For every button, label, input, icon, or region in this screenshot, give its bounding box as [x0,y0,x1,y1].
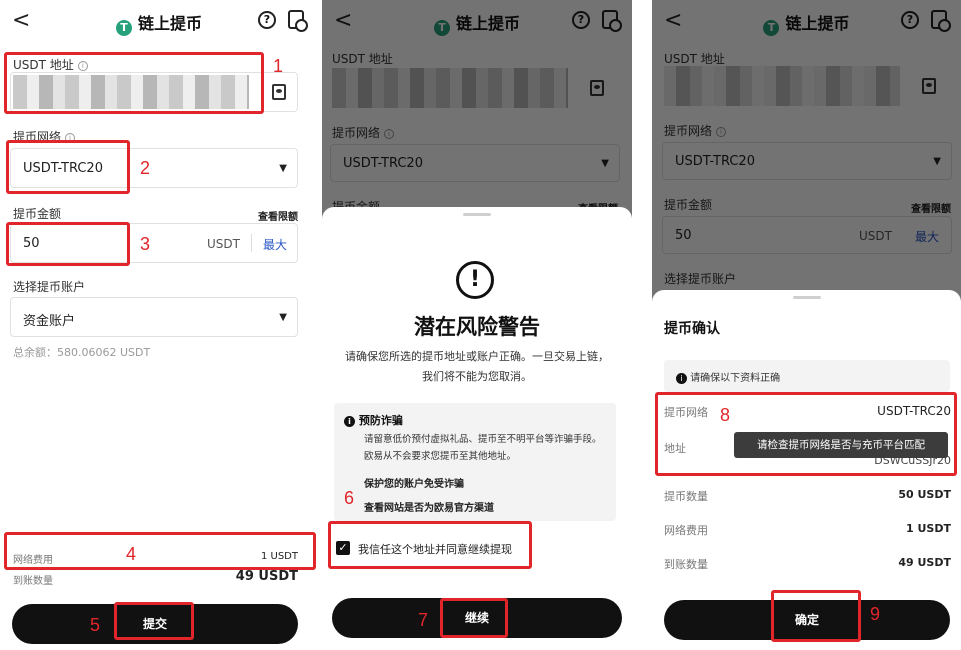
fee-value: 1 USDT [260,551,298,562]
confirm-fee-label: 网络费用 [664,524,708,537]
amount-input-value: 50 [23,236,40,251]
dropdown-caret-icon: ▼ [279,312,287,323]
annotation-number-3: 3 [140,234,151,254]
annotation-number-1: 1 [273,56,284,76]
blurred-address-text [13,75,249,109]
fraud-title-text: 预防诈骗 [358,414,403,427]
continue-button[interactable]: 继续 [332,598,622,638]
info-icon[interactable]: i [65,133,76,143]
confirm-sheet: 提币确认 i 请确保以下资料正确 提币网络 USDT-TRC20 地址 DSWC… [652,290,961,650]
fraud-title: i 预防诈骗 [344,412,403,428]
withdraw-form-screen: < T 链上提币 ? USDT 地址 i 提币网络 i USDT-TRC20 ▼ 提币… [0,0,318,650]
address-label: USDT 地址 i [13,56,88,73]
account-select-value: 资金账户 [23,314,76,329]
page-title-text: 链上提币 [137,14,202,33]
amount-label: 提币金额 [13,207,62,221]
amount-input[interactable]: 50 USDT 最大 [10,223,298,263]
network-label: 提币网络i [13,128,76,145]
confirm-notice: i 请确保以下资料正确 [676,369,780,384]
info-dot-icon: i [344,416,355,427]
fee-label: 网络费用 [13,555,53,566]
account-select[interactable]: 资金账户 ▼ [10,297,298,337]
confirm-notice-box: i 请确保以下资料正确 [664,360,950,392]
trust-checkbox[interactable]: ✓ [336,541,350,555]
annotation-number-2: 2 [140,158,151,178]
address-label-text: USDT 地址 [13,58,74,72]
confirm-network-value: USDT-TRC20 [877,404,951,418]
history-record-icon[interactable] [288,10,308,32]
network-select-value: USDT-TRC20 [23,161,103,176]
view-limit-link[interactable]: 查看限额 [258,208,298,223]
confirm-amount-label: 提币数量 [664,490,708,503]
network-select[interactable]: USDT-TRC20 ▼ [10,148,298,188]
annotation-number-7: 7 [418,610,429,630]
trust-checkbox-label[interactable]: 我信任这个地址并同意继续提现 [358,541,512,557]
dropdown-caret-icon: ▼ [279,163,287,174]
annotation-number-8: 8 [720,405,731,425]
confirm-network-label: 提币网络 [664,406,708,419]
sheet-handle[interactable] [463,213,491,216]
help-icon[interactable]: ? [258,11,276,29]
fraud-text: 请留意低价预付虚拟礼品、提币至不明平台等诈骗手段。欧易从不会要求您提币至其他地址… [364,434,602,462]
confirm-notice-text: 请确保以下资料正确 [690,373,781,384]
info-dot-icon: i [676,373,687,384]
annotation-number-6: 6 [344,488,355,508]
submit-button[interactable]: 提交 [12,604,298,644]
fraud-tip-box: i 预防诈骗 请留意低价预付虚拟礼品、提币至不明平台等诈骗手段。欧易从不会要求您… [334,403,616,521]
check-site-label[interactable]: 查看网站是否为欧易官方渠道 [364,499,494,514]
confirm-fee-value: 1 USDT [906,522,951,535]
info-icon[interactable]: i [77,61,88,71]
confirm-amount-value: 50 USDT [898,488,951,501]
warning-description: 请确保您所选的提币地址或账户正确。一旦交易上链，我们将不能为您取消。 [345,350,609,383]
network-check-tooltip: 请检查提币网络是否与充币平台匹配 [734,432,948,458]
annotation-number-5: 5 [90,615,101,635]
top-bar: < T链上提币 ? [0,0,318,44]
risk-warning-screen: < T链上提币 ? USDT 地址 提币网络i USDT-TRC20 ▼ 提币金… [322,0,632,650]
address-book-icon[interactable] [272,84,286,100]
confirm-button[interactable]: 确定 [664,600,950,640]
protect-account-label[interactable]: 保护您的账户免受诈骗 [364,475,464,490]
total-balance: 总余额：580.06062 USDT [13,346,151,359]
confirm-receive-label: 到账数量 [664,558,708,571]
max-button[interactable]: 最大 [263,236,287,253]
risk-warning-sheet: ! 潜在风险警告 请确保您所选的提币地址或账户正确。一旦交易上链，我们将不能为您… [322,207,632,650]
warning-icon: ! [456,261,494,299]
annotation-number-4: 4 [126,544,137,564]
divider [251,234,252,252]
annotation-number-9: 9 [870,604,881,624]
sheet-handle[interactable] [792,296,821,299]
confirm-receive-value: 49 USDT [898,556,951,569]
amount-unit: USDT [207,237,240,251]
receive-label: 到账数量 [13,576,53,587]
warning-title: 潜在风险警告 [414,315,540,339]
address-input[interactable] [10,72,298,112]
withdraw-confirm-screen: < T链上提币 ? USDT 地址 提币网络i USDT-TRC20 ▼ 提币金… [652,0,961,650]
confirm-title: 提币确认 [664,321,720,337]
tether-logo-icon: T [115,20,132,36]
confirm-address-label: 地址 [664,442,686,455]
receive-value: 49 USDT [235,569,298,584]
account-label: 选择提币账户 [13,280,86,294]
network-label-text: 提币网络 [13,130,62,144]
